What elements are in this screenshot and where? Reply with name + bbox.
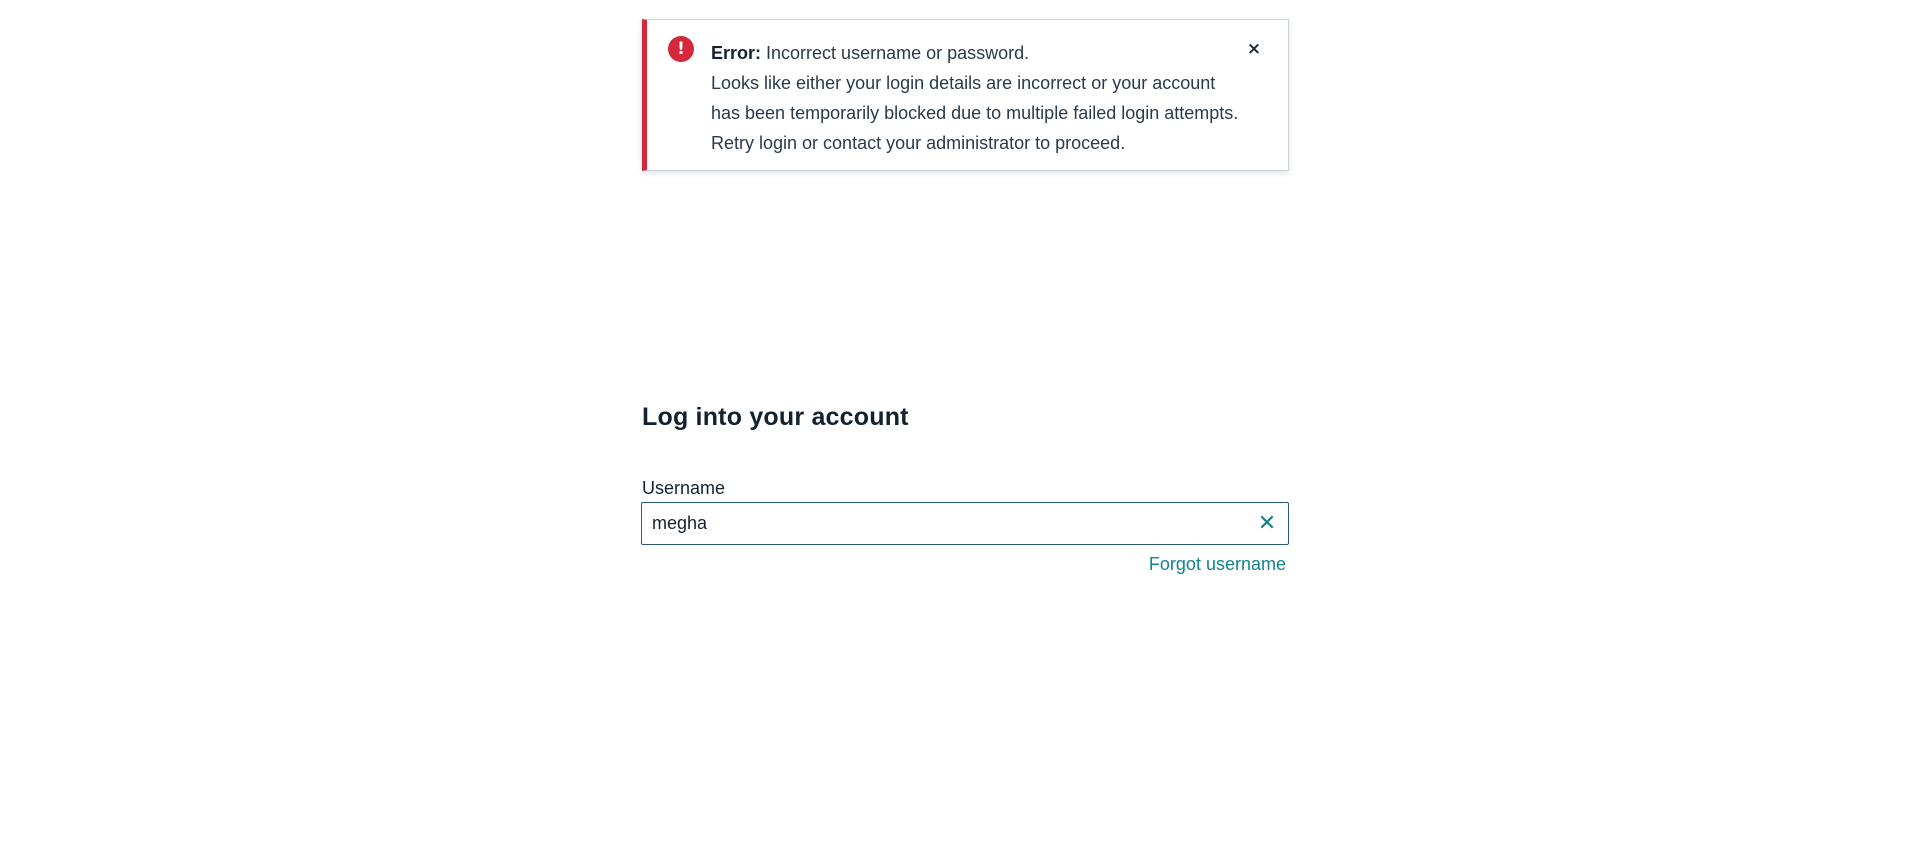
forgot-username-link[interactable]: Forgot username [1149,554,1286,575]
error-alert: ! Error: Incorrect username or password.… [642,19,1289,171]
close-icon[interactable]: × [1244,38,1264,60]
alert-action: Retry login or contact your administrato… [711,133,1126,153]
username-label: Username [642,478,726,498]
alert-headline: Error: Incorrect username or password. [711,38,1241,68]
alert-message: Error: Incorrect username or password. L… [711,38,1241,158]
clear-icon[interactable]: ✕ [1254,511,1280,537]
alert-summary: Incorrect username or password. [766,43,1030,63]
alert-detail: Looks like either your login details are… [711,73,1239,123]
page-title: Log into your account [642,403,909,431]
login-page: ! Error: Incorrect username or password.… [0,0,1920,857]
alert-title: Error: [711,43,762,63]
username-input[interactable] [642,503,1242,544]
username-field-wrapper: ✕ [641,502,1289,545]
exclamation-circle-icon: ! [668,36,694,62]
